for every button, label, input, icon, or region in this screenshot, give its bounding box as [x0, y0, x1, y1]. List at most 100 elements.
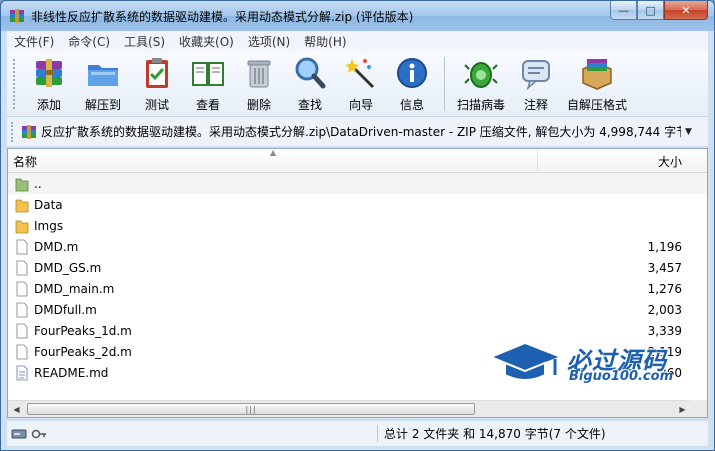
- list-item-name: ..: [34, 176, 42, 191]
- menu-help[interactable]: 帮助(H): [297, 33, 353, 50]
- comment-icon: [522, 60, 550, 91]
- magic-wand-icon: [345, 59, 375, 89]
- list-item-name: DMD_GS.m: [34, 260, 102, 275]
- list-item-file[interactable]: DMD.m 1,196: [8, 236, 707, 257]
- test-label: 测试: [144, 98, 169, 112]
- text-file-icon: [16, 365, 28, 380]
- column-size-label: 大小: [657, 154, 682, 169]
- test-button[interactable]: 测试: [132, 51, 182, 116]
- file-icon: [16, 302, 28, 317]
- minimize-button[interactable]: —: [610, 1, 637, 20]
- list-item-size: 2,003: [647, 302, 682, 317]
- add-button[interactable]: 添加: [24, 51, 74, 116]
- info-icon: [397, 58, 427, 88]
- list-item-file[interactable]: FourPeaks_1d.m 3,339: [8, 320, 707, 341]
- column-header-name[interactable]: 名称 ▲: [8, 148, 538, 173]
- extract-folder-icon: [88, 65, 118, 86]
- list-item-name: FourPeaks_1d.m: [34, 323, 132, 338]
- scrollbar-corner: [690, 400, 707, 417]
- view-label: 查看: [195, 98, 220, 112]
- status-summary: 总计 2 文件夹 和 14,870 字节(7 个文件): [377, 425, 606, 442]
- list-item-size: 1,196: [647, 239, 682, 254]
- test-clipboard-icon: [146, 58, 168, 88]
- file-icon: [16, 239, 28, 254]
- toolbar-separator: [444, 57, 445, 111]
- address-bar: 反应扩散系统的数据驱动建模。采用动态模式分解.zip\DataDriven-ma…: [7, 116, 708, 146]
- sfx-label: 自解压格式: [566, 98, 627, 112]
- title-bar: 非线性反应扩散系统的数据驱动建模。采用动态模式分解.zip (评估版本) — □…: [1, 1, 714, 31]
- maximize-button[interactable]: □: [637, 1, 664, 20]
- delete-button[interactable]: 删除: [234, 51, 284, 116]
- scroll-track[interactable]: |||: [25, 401, 674, 417]
- menu-commands[interactable]: 命令(C): [61, 33, 117, 50]
- menu-tools[interactable]: 工具(S): [117, 33, 172, 50]
- menu-file[interactable]: 文件(F): [7, 33, 61, 50]
- close-button[interactable]: ✕: [664, 1, 708, 20]
- list-item-folder[interactable]: Imgs: [8, 215, 707, 236]
- archive-icon: [22, 124, 36, 139]
- list-item-name: DMD.m: [34, 239, 79, 254]
- watermark-logo: 必过源码 Biguo100.com: [488, 339, 709, 389]
- file-icon: [16, 344, 28, 359]
- scroll-thumb[interactable]: |||: [27, 403, 475, 415]
- list-item-file[interactable]: DMD_main.m 1,276: [8, 278, 707, 299]
- list-item-name: Imgs: [34, 218, 64, 233]
- virus-scan-button[interactable]: 扫描病毒: [451, 51, 511, 116]
- list-item-size: 3,457: [647, 260, 682, 275]
- list-item-file[interactable]: DMDfull.m 2,003: [8, 299, 707, 320]
- find-button[interactable]: 查找: [284, 51, 336, 116]
- key-icon[interactable]: [31, 428, 47, 440]
- view-book-icon: [192, 62, 224, 86]
- extract-to-button[interactable]: 解压到: [74, 51, 132, 116]
- add-archive-icon: [36, 59, 62, 87]
- find-label: 查找: [297, 98, 322, 112]
- column-header-size[interactable]: 大小: [538, 149, 688, 173]
- menu-favorites[interactable]: 收藏夹(O): [172, 33, 241, 50]
- wizard-label: 向导: [348, 98, 373, 112]
- menu-bar: 文件(F) 命令(C) 工具(S) 收藏夹(O) 选项(N) 帮助(H): [7, 31, 708, 51]
- delete-label: 删除: [246, 98, 271, 112]
- toolbar-grip[interactable]: [13, 59, 18, 109]
- list-item-size: 3,339: [647, 323, 682, 338]
- sfx-button[interactable]: 自解压格式: [561, 51, 633, 116]
- scroll-right-icon[interactable]: ▶: [674, 401, 691, 417]
- sort-up-icon: ▲: [270, 148, 277, 157]
- wizard-button[interactable]: 向导: [336, 51, 386, 116]
- search-icon: [295, 57, 326, 89]
- list-item-name: FourPeaks_2d.m: [34, 344, 132, 359]
- folder-icon: [15, 199, 29, 212]
- address-dropdown-icon[interactable]: ▼: [685, 127, 692, 137]
- info-button[interactable]: 信息: [386, 51, 438, 116]
- extract-label: 解压到: [84, 98, 121, 112]
- watermark-en-text: Biguo100.com: [569, 369, 674, 384]
- scroll-left-icon[interactable]: ◀: [8, 401, 25, 417]
- toolbar: 添加 解压到 测试 查看 删除 查找 向导 信息 扫描病毒 注释 自解压格式: [7, 51, 708, 116]
- file-icon: [16, 281, 28, 296]
- winrar-window: 非线性反应扩散系统的数据驱动建模。采用动态模式分解.zip (评估版本) — □…: [0, 0, 715, 451]
- file-icon: [16, 323, 28, 338]
- list-item-name: README.md: [34, 365, 109, 380]
- sfx-box-icon: [582, 59, 612, 90]
- drive-icon[interactable]: [11, 428, 27, 440]
- winrar-app-icon: [10, 9, 24, 23]
- horizontal-scrollbar[interactable]: ◀ ||| ▶: [8, 400, 691, 417]
- view-button[interactable]: 查看: [182, 51, 234, 116]
- status-bar: 总计 2 文件夹 和 14,870 字节(7 个文件): [7, 421, 708, 446]
- address-path[interactable]: 反应扩散系统的数据驱动建模。采用动态模式分解.zip\DataDriven-ma…: [41, 123, 681, 140]
- comment-button[interactable]: 注释: [511, 51, 561, 116]
- add-label: 添加: [36, 98, 61, 112]
- file-icon: [16, 260, 28, 275]
- list-item-name: DMDfull.m: [34, 302, 97, 317]
- comment-label: 注释: [523, 98, 548, 112]
- window-title: 非线性反应扩散系统的数据驱动建模。采用动态模式分解.zip (评估版本): [31, 10, 414, 24]
- list-item-name: DMD_main.m: [34, 281, 115, 296]
- list-item-folder[interactable]: Data: [8, 194, 707, 215]
- column-name-label: 名称: [13, 154, 38, 169]
- list-item-parent[interactable]: ..: [8, 173, 707, 194]
- menu-options[interactable]: 选项(N): [241, 33, 297, 50]
- list-item-size: 1,276: [647, 281, 682, 296]
- list-item-file[interactable]: DMD_GS.m 3,457: [8, 257, 707, 278]
- folder-icon: [15, 220, 29, 233]
- address-grip[interactable]: [11, 121, 16, 142]
- list-header: 名称 ▲ 大小: [8, 148, 707, 173]
